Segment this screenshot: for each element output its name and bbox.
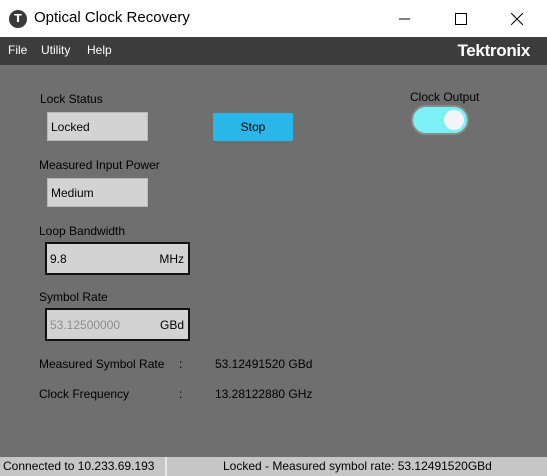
- clock-output-label: Clock Output: [410, 90, 480, 104]
- lock-status-label: Lock Status: [40, 92, 103, 106]
- status-divider: [165, 457, 167, 476]
- menu-help[interactable]: Help: [87, 43, 112, 57]
- status-bar: Connected to 10.233.69.193 Locked - Meas…: [0, 457, 547, 476]
- close-icon: [511, 12, 523, 25]
- close-button[interactable]: [494, 0, 540, 37]
- title-bar: Τ Optical Clock Recovery: [0, 0, 547, 37]
- clock-frequency-label: Clock Frequency: [39, 387, 130, 401]
- lock-status-message: Locked - Measured symbol rate: 53.124915…: [223, 459, 492, 473]
- toggle-knob: [444, 110, 464, 130]
- window-title: Optical Clock Recovery: [34, 9, 190, 26]
- main-panel: Lock Status Locked Stop Clock Output Mea…: [0, 65, 547, 457]
- menu-bar: File Utility Help Tektronix: [0, 37, 547, 65]
- clock-frequency-separator: :: [179, 387, 183, 401]
- loop-bandwidth-input[interactable]: 9.8 MHz: [45, 242, 190, 275]
- connection-status: Connected to 10.233.69.193: [3, 459, 155, 473]
- measured-symbol-rate-label: Measured Symbol Rate: [39, 357, 165, 371]
- measured-input-power-label: Measured Input Power: [39, 158, 160, 172]
- symbol-rate-input[interactable]: 53.12500000 GBd: [45, 308, 190, 341]
- lock-status-field: Locked: [47, 112, 148, 141]
- clock-output-toggle[interactable]: [411, 105, 469, 135]
- app-icon: Τ: [9, 10, 27, 28]
- measured-input-power-field: Medium: [47, 178, 148, 207]
- maximize-button[interactable]: [438, 0, 484, 37]
- stop-button[interactable]: Stop: [213, 113, 293, 141]
- minimize-icon: [399, 18, 410, 19]
- measured-symbol-rate-value: 53.12491520 GBd: [215, 357, 313, 371]
- maximize-icon: [455, 12, 467, 25]
- menu-file[interactable]: File: [8, 43, 27, 57]
- brand-logo: Tektronix: [457, 41, 530, 60]
- symbol-rate-value: 53.12500000: [50, 318, 121, 332]
- clock-frequency-value: 13.28122880 GHz: [215, 387, 313, 401]
- menu-utility[interactable]: Utility: [41, 43, 70, 57]
- loop-bandwidth-unit: MHz: [159, 252, 184, 266]
- symbol-rate-unit: GBd: [159, 318, 184, 332]
- loop-bandwidth-label: Loop Bandwidth: [39, 224, 126, 238]
- loop-bandwidth-value: 9.8: [50, 252, 67, 266]
- minimize-button[interactable]: [382, 0, 428, 37]
- measured-symbol-rate-separator: :: [179, 357, 183, 371]
- symbol-rate-label: Symbol Rate: [39, 290, 108, 304]
